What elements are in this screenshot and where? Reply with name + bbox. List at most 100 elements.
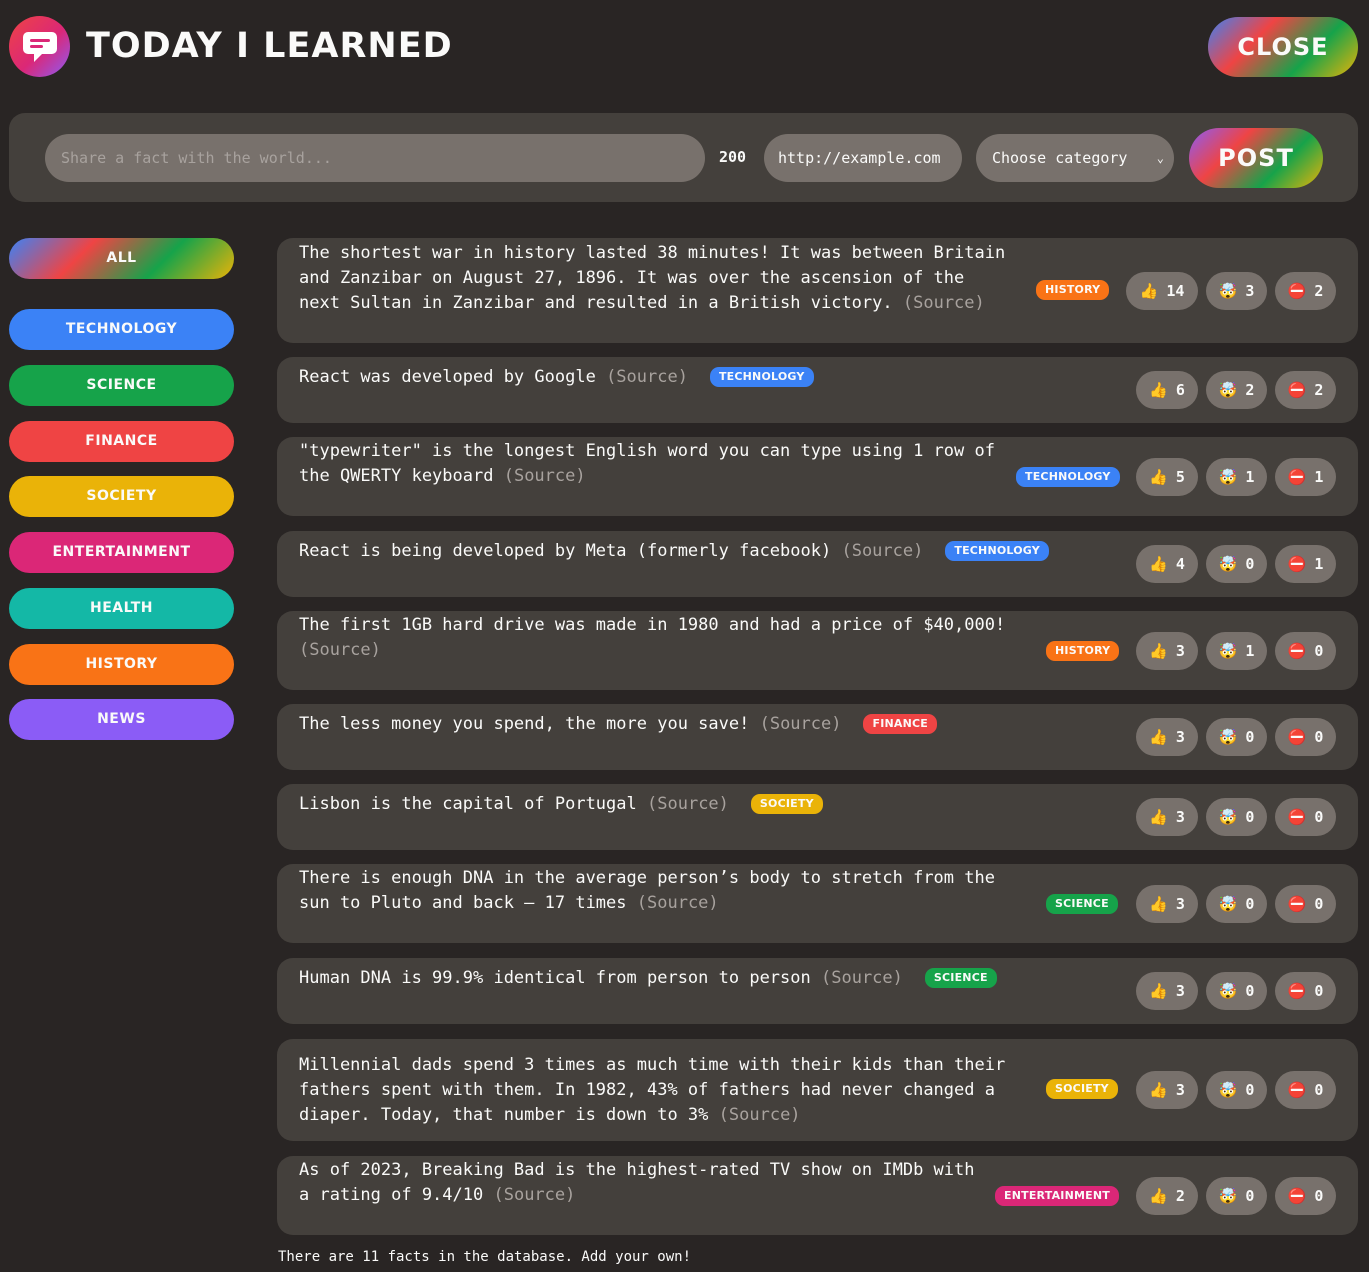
mind-blown-icon: 🤯 <box>1218 1186 1238 1205</box>
category-button-news[interactable]: news <box>9 699 234 740</box>
like-button[interactable]: 👍 3 <box>1136 631 1198 670</box>
false-button[interactable]: ⛔️ 0 <box>1275 972 1336 1010</box>
no-entry-icon: ⛔️ <box>1287 894 1307 913</box>
like-button[interactable]: 👍 3 <box>1136 798 1198 836</box>
fact-text: Human DNA is 99.9% identical from person… <box>299 966 1079 991</box>
fact-card: entertainment As of 2023, Breaking Bad is… <box>277 1156 1358 1235</box>
vote-count: 2 <box>1245 381 1255 399</box>
thumbs-up-icon: 👍 <box>1149 982 1168 1000</box>
category-tag: history <box>1046 641 1120 661</box>
mindblowing-button[interactable]: 🤯 2 <box>1206 371 1267 409</box>
like-button[interactable]: 👍 3 <box>1136 1071 1198 1109</box>
source-link[interactable]: (Source) <box>821 968 903 988</box>
category-button-science[interactable]: science <box>9 365 234 406</box>
false-button[interactable]: ⛔️ 1 <box>1275 545 1336 583</box>
fact-card: React was developed by Google (Source) te… <box>277 357 1358 423</box>
no-entry-icon: ⛔️ <box>1287 808 1307 826</box>
mind-blown-icon: 🤯 <box>1218 381 1238 399</box>
vote-count: 2 <box>1314 281 1324 300</box>
category-select-label: Choose category <box>992 149 1128 167</box>
mindblowing-button[interactable]: 🤯 0 <box>1206 884 1267 923</box>
mind-blown-icon: 🤯 <box>1218 555 1238 573</box>
mindblowing-button[interactable]: 🤯 0 <box>1206 1176 1267 1215</box>
close-button[interactable]: Close <box>1208 17 1358 77</box>
mindblowing-button[interactable]: 🤯 1 <box>1206 457 1267 496</box>
like-button[interactable]: 👍 2 <box>1136 1176 1198 1215</box>
vote-buttons: 👍 4 🤯 0 ⛔️ 1 <box>1136 545 1336 583</box>
category-button-all[interactable]: All <box>9 238 234 279</box>
vote-buttons: 👍 3 🤯 0 ⛔️ 0 <box>1136 718 1336 756</box>
fact-text: The first 1GB hard drive was made in 198… <box>299 613 1019 663</box>
mindblowing-button[interactable]: 🤯 0 <box>1206 718 1267 756</box>
mind-blown-icon: 🤯 <box>1218 808 1238 826</box>
false-button[interactable]: ⛔️ 0 <box>1275 631 1336 670</box>
thumbs-up-icon: 👍 <box>1149 641 1168 660</box>
source-link[interactable]: (Source) <box>719 1105 801 1125</box>
fact-statement: Human DNA is 99.9% identical from person… <box>299 968 811 988</box>
fact-statement: React is being developed by Meta (former… <box>299 541 832 561</box>
category-button-finance[interactable]: finance <box>9 421 234 462</box>
no-entry-icon: ⛔️ <box>1287 555 1307 573</box>
false-button[interactable]: ⛔️ 2 <box>1275 271 1336 310</box>
fact-text: There is enough DNA in the average perso… <box>299 866 1019 916</box>
like-button[interactable]: 👍 3 <box>1136 972 1198 1010</box>
category-select[interactable]: Choose category ⌄ <box>976 134 1174 182</box>
fact-statement: The less money you spend, the more you s… <box>299 714 750 734</box>
vote-buttons: 👍 3 🤯 0 ⛔️ 0 <box>1136 798 1336 836</box>
source-link[interactable]: (Source) <box>760 714 842 734</box>
no-entry-icon: ⛔️ <box>1287 381 1307 399</box>
mindblowing-button[interactable]: 🤯 0 <box>1206 972 1267 1010</box>
false-button[interactable]: ⛔️ 0 <box>1275 884 1336 923</box>
category-button-history[interactable]: history <box>9 644 234 685</box>
mindblowing-button[interactable]: 🤯 0 <box>1206 1071 1267 1109</box>
thumbs-up-icon: 👍 <box>1139 281 1159 300</box>
category-button-health[interactable]: health <box>9 588 234 629</box>
category-button-society[interactable]: society <box>9 476 234 517</box>
no-entry-icon: ⛔️ <box>1287 281 1307 300</box>
source-link[interactable]: (Source) <box>493 1185 575 1205</box>
false-button[interactable]: ⛔️ 0 <box>1275 798 1336 836</box>
fact-text: As of 2023, Breaking Bad is the highest-… <box>299 1158 989 1208</box>
no-entry-icon: ⛔️ <box>1287 467 1307 486</box>
mindblowing-button[interactable]: 🤯 3 <box>1206 271 1267 310</box>
category-tag: technology <box>709 367 814 387</box>
post-button[interactable]: Post <box>1189 128 1323 188</box>
source-link[interactable]: (Source) <box>903 293 985 313</box>
category-tag: science <box>1046 894 1118 914</box>
source-link[interactable]: (Source) <box>637 893 719 913</box>
fact-card: history The first 1GB hard drive was made… <box>277 611 1358 690</box>
facts-count-text: There are 11 facts in the database. Add … <box>278 1249 692 1265</box>
like-button[interactable]: 👍 3 <box>1136 884 1198 923</box>
fact-text-input[interactable] <box>45 134 705 182</box>
false-button[interactable]: ⛔️ 0 <box>1275 1071 1336 1109</box>
fact-card: React is being developed by Meta (former… <box>277 531 1358 597</box>
like-button[interactable]: 👍 4 <box>1136 545 1198 583</box>
category-tag: science <box>924 968 997 988</box>
like-button[interactable]: 👍 3 <box>1136 718 1198 756</box>
mindblowing-button[interactable]: 🤯 0 <box>1206 798 1267 836</box>
mind-blown-icon: 🤯 <box>1218 728 1238 746</box>
source-link[interactable]: (Source) <box>504 466 586 486</box>
mindblowing-button[interactable]: 🤯 1 <box>1206 631 1267 670</box>
vote-count: 0 <box>1314 894 1324 913</box>
source-link[interactable]: (Source) <box>606 367 688 387</box>
source-link[interactable]: (Source) <box>841 541 923 561</box>
like-button[interactable]: 👍 5 <box>1136 457 1198 496</box>
false-button[interactable]: ⛔️ 0 <box>1275 1176 1336 1215</box>
false-button[interactable]: ⛔️ 2 <box>1275 371 1336 409</box>
like-button[interactable]: 👍 14 <box>1126 271 1198 310</box>
source-link[interactable]: (Source) <box>299 640 381 660</box>
false-button[interactable]: ⛔️ 0 <box>1275 718 1336 756</box>
vote-count: 1 <box>1314 555 1324 573</box>
source-link[interactable]: (Source) <box>647 794 729 814</box>
like-button[interactable]: 👍 6 <box>1136 371 1198 409</box>
false-button[interactable]: ⛔️ 1 <box>1275 457 1336 496</box>
category-button-technology[interactable]: technology <box>9 309 234 350</box>
fact-statement: "typewriter" is the longest English word… <box>299 441 995 486</box>
mindblowing-button[interactable]: 🤯 0 <box>1206 545 1267 583</box>
thumbs-up-icon: 👍 <box>1149 808 1168 826</box>
source-url-input[interactable] <box>764 134 962 182</box>
fact-statement: React was developed by Google <box>299 367 596 387</box>
fact-card: Lisbon is the capital of Portugal (Sourc… <box>277 784 1358 850</box>
category-button-entertainment[interactable]: entertainment <box>9 532 234 573</box>
